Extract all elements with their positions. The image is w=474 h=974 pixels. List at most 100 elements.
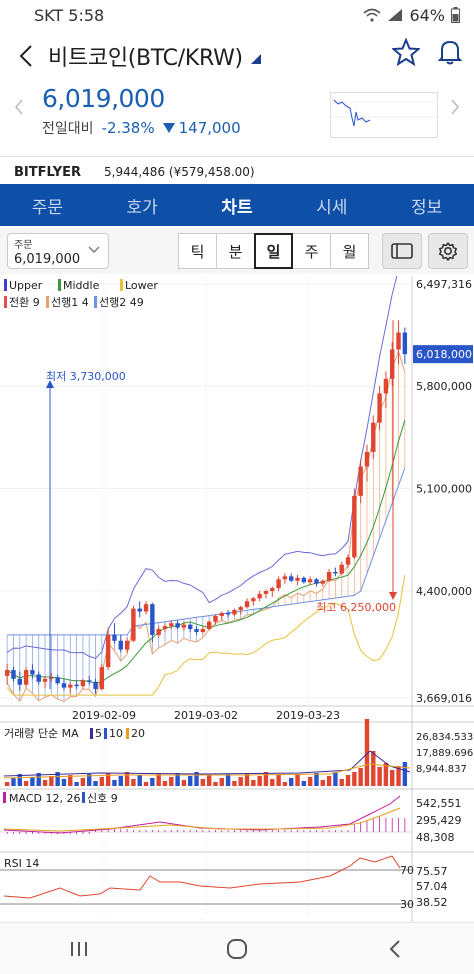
back-nav-button[interactable] bbox=[365, 929, 425, 969]
legend-ichi-swatch-1 bbox=[46, 296, 49, 308]
y-tick-4: 3,669,016 bbox=[416, 692, 472, 705]
tab-2[interactable]: 차트 bbox=[190, 193, 285, 218]
chevron-down-icon bbox=[88, 246, 100, 253]
exchange-row: BITFLYER 5,944,486 (¥579,458.00) bbox=[0, 160, 474, 184]
period-button-1[interactable]: 분 bbox=[216, 233, 255, 269]
candle-body-43 bbox=[276, 579, 281, 589]
macd-signal-swatch bbox=[82, 792, 85, 803]
candle-body-53 bbox=[339, 564, 344, 574]
tab-3[interactable]: 시세 bbox=[284, 193, 379, 218]
layout-toggle-button[interactable] bbox=[382, 233, 422, 269]
period-button-4[interactable]: 월 bbox=[330, 233, 369, 269]
tab-4[interactable]: 정보 bbox=[379, 193, 474, 218]
volume-bar-56 bbox=[358, 768, 363, 786]
candle-body-51 bbox=[326, 571, 332, 581]
volume-ma-swatch-1 bbox=[104, 728, 107, 739]
macd-tick-1: 295,429 bbox=[416, 814, 462, 827]
back-button[interactable] bbox=[4, 34, 48, 78]
candle-body-0 bbox=[4, 670, 10, 676]
macd-tick-2: 48,308 bbox=[416, 831, 455, 844]
favorite-star-icon[interactable] bbox=[392, 38, 420, 66]
candle-body-39 bbox=[251, 598, 256, 602]
candle-body-57 bbox=[364, 451, 370, 467]
candle-body-27 bbox=[175, 623, 180, 628]
divider bbox=[0, 156, 474, 157]
price-chart-svg[interactable]: 2019-02-09 2019-03-02 2019-03-23 6,497,316 5… bbox=[0, 276, 474, 924]
volume-bar-59 bbox=[377, 767, 382, 786]
volume-bar-61 bbox=[390, 770, 395, 786]
candle-body-52 bbox=[333, 571, 338, 574]
candle-body-59 bbox=[377, 393, 382, 423]
volume-bar-60 bbox=[383, 763, 389, 786]
change-label: 전일대비 bbox=[42, 121, 94, 137]
wifi-icon bbox=[363, 8, 381, 22]
volume-tick-1: 17,889.696 bbox=[416, 748, 473, 759]
candle-body-44 bbox=[282, 576, 288, 580]
prev-arrow-icon[interactable] bbox=[14, 98, 24, 116]
tab-0[interactable]: 주문 bbox=[0, 193, 95, 218]
candle-body-54 bbox=[345, 557, 351, 565]
recent-apps-button[interactable] bbox=[49, 929, 109, 969]
candle-body-63 bbox=[402, 332, 408, 355]
volume-bar-54 bbox=[345, 775, 351, 786]
volume-bar-18 bbox=[118, 776, 123, 786]
volume-bar-24 bbox=[156, 774, 161, 786]
macd-swatch bbox=[3, 792, 6, 803]
home-button[interactable] bbox=[207, 929, 267, 969]
volume-bar-12 bbox=[80, 778, 86, 786]
current-price-label: 6,018,000 bbox=[416, 348, 472, 361]
volume-bar-58 bbox=[371, 751, 376, 786]
candle-body-12 bbox=[80, 680, 86, 687]
candle-body-32 bbox=[206, 621, 212, 630]
candle-body-5 bbox=[36, 674, 41, 682]
macd-title: MACD 12, 26 bbox=[9, 792, 80, 805]
volume-bar-0 bbox=[4, 782, 10, 786]
legend-ichi-label-1: 선행1 4 bbox=[51, 296, 89, 309]
notification-bell-icon[interactable] bbox=[436, 38, 464, 66]
carrier-time: SKT 5:58 bbox=[34, 5, 105, 25]
volume-bar-1 bbox=[11, 778, 16, 786]
period-group: 틱분일주월 bbox=[178, 233, 369, 269]
period-button-2[interactable]: 일 bbox=[254, 233, 293, 269]
legend-ichi-label-0: 전환 9 bbox=[9, 296, 40, 309]
volume-bar-11 bbox=[74, 782, 79, 786]
rsi-tick-1: 57.04 bbox=[416, 880, 448, 893]
volume-bar-48 bbox=[307, 777, 313, 786]
volume-bar-3 bbox=[23, 781, 29, 786]
next-arrow-icon[interactable] bbox=[450, 98, 460, 116]
volume-bar-51 bbox=[326, 776, 332, 786]
volume-bar-17 bbox=[112, 780, 117, 786]
legend-bb-swatch-0 bbox=[4, 279, 7, 291]
y-tick-2: 5,100,000 bbox=[416, 483, 472, 496]
volume-bar-49 bbox=[314, 773, 319, 786]
mini-chart[interactable] bbox=[330, 92, 438, 138]
app-header: 비트코인(BTC/KRW) bbox=[0, 34, 474, 78]
candle-body-16 bbox=[105, 634, 111, 668]
volume-bar-42 bbox=[270, 779, 275, 786]
volume-bar-53 bbox=[339, 779, 344, 786]
chart-area[interactable]: 2019-02-09 2019-03-02 2019-03-23 6,497,316 5… bbox=[0, 276, 474, 924]
candle-body-56 bbox=[358, 466, 363, 496]
volume-title: 거래량 단순 MA bbox=[4, 727, 79, 740]
volume-bar-14 bbox=[93, 781, 98, 786]
volume-bar-47 bbox=[301, 781, 307, 786]
candle-body-18 bbox=[118, 640, 123, 650]
caret-icon[interactable] bbox=[250, 54, 261, 64]
order-select-value: 6,019,000 bbox=[14, 252, 81, 267]
period-button-3[interactable]: 주 bbox=[292, 233, 331, 269]
volume-bar-36 bbox=[232, 781, 237, 786]
rsi-title: RSI 14 bbox=[4, 857, 39, 870]
recent-apps-icon bbox=[71, 941, 87, 956]
candle-body-46 bbox=[295, 577, 300, 581]
volume-bar-19 bbox=[124, 772, 130, 786]
panel-icon bbox=[391, 243, 413, 259]
order-price-select[interactable]: 주문 6,019,000 bbox=[7, 233, 109, 269]
chart-settings-button[interactable] bbox=[428, 233, 468, 269]
page-title[interactable]: 비트코인(BTC/KRW) bbox=[48, 40, 243, 72]
low-annotation: 최저 3,730,000 bbox=[46, 370, 126, 383]
volume-ma-swatch-2 bbox=[126, 728, 129, 739]
period-button-0[interactable]: 틱 bbox=[178, 233, 217, 269]
tab-1[interactable]: 호가 bbox=[95, 193, 190, 218]
candle-body-49 bbox=[314, 579, 319, 584]
volume-bar-31 bbox=[200, 779, 206, 786]
